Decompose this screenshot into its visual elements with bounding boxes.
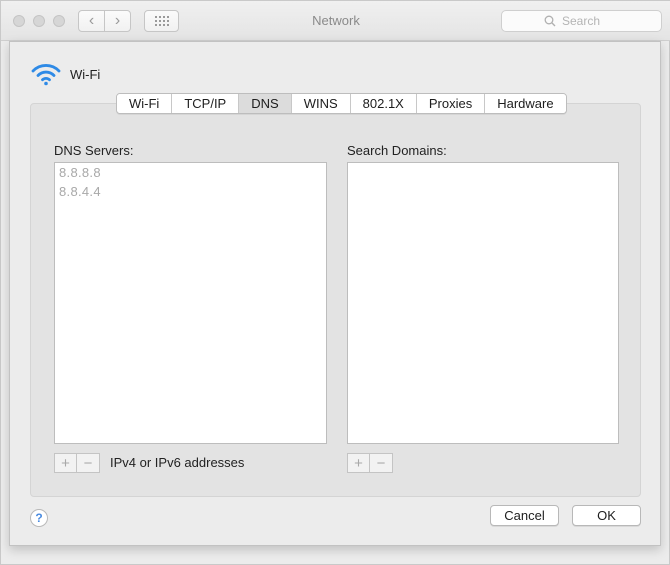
tab-8021x[interactable]: 802.1X <box>350 94 417 113</box>
network-window: ‹ › Network Search Wi-Fi Wi-Fi TCP/IP DN… <box>0 0 670 565</box>
remove-search-domain-button[interactable]: − <box>370 453 393 473</box>
tab-wifi[interactable]: Wi-Fi <box>117 94 173 113</box>
wifi-icon <box>31 64 61 86</box>
interface-name: Wi-Fi <box>70 66 101 82</box>
search-icon <box>544 15 556 27</box>
titlebar: ‹ › Network Search <box>1 1 670 41</box>
tab-hardware[interactable]: Hardware <box>485 94 566 113</box>
add-search-domain-button[interactable]: + <box>347 453 370 473</box>
search-input[interactable]: Search <box>501 10 662 32</box>
add-dns-server-button[interactable]: + <box>54 453 77 473</box>
tab-wins[interactable]: WINS <box>291 94 351 113</box>
tab-dns[interactable]: DNS <box>239 94 292 113</box>
cancel-button[interactable]: Cancel <box>490 505 559 526</box>
search-domains-label: Search Domains: <box>347 143 447 158</box>
domains-add-remove-control: + − <box>347 453 393 473</box>
dns-servers-list[interactable]: 8.8.8.8 8.8.4.4 <box>54 162 327 444</box>
advanced-settings-sheet: Wi-Fi Wi-Fi TCP/IP DNS WINS 802.1X Proxi… <box>9 41 661 546</box>
dns-add-remove-control: + − <box>54 453 100 473</box>
ok-button[interactable]: OK <box>572 505 641 526</box>
list-item[interactable]: 8.8.4.4 <box>55 182 326 201</box>
dns-servers-label: DNS Servers: <box>54 143 134 158</box>
tab-proxies[interactable]: Proxies <box>416 94 486 113</box>
search-placeholder: Search <box>562 14 601 28</box>
list-item[interactable]: 8.8.8.8 <box>55 163 326 182</box>
remove-dns-server-button[interactable]: − <box>77 453 100 473</box>
help-button[interactable]: ? <box>30 509 48 527</box>
dns-hint: IPv4 or IPv6 addresses <box>110 455 245 470</box>
tab-bar: Wi-Fi TCP/IP DNS WINS 802.1X Proxies Har… <box>116 93 567 114</box>
interface-header: Wi-Fi <box>30 62 100 86</box>
search-domains-list[interactable] <box>347 162 619 444</box>
tab-tcpip[interactable]: TCP/IP <box>172 94 240 113</box>
